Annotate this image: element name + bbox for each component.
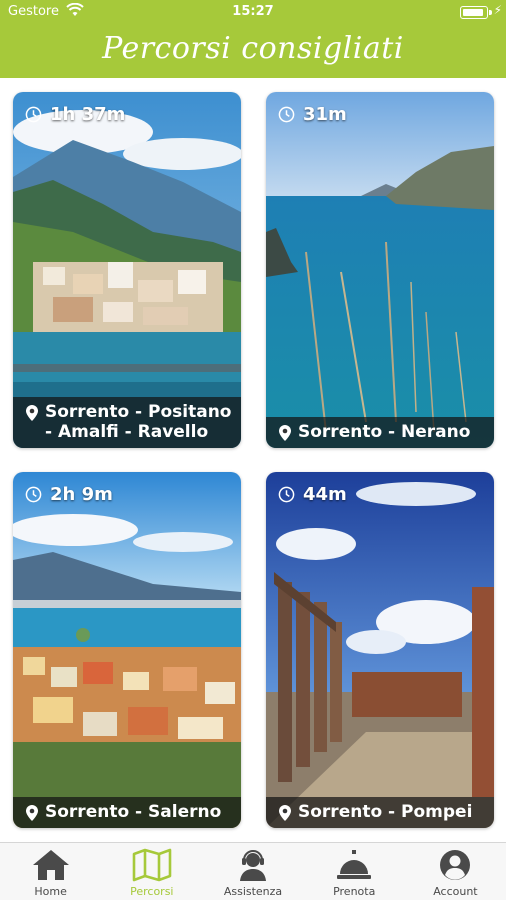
- route-name: Sorrento - Positano - Amalfi - Ravello: [45, 402, 232, 442]
- route-duration-text: 44m: [303, 484, 347, 505]
- battery-level-fill: [463, 9, 484, 16]
- tab-assistenza[interactable]: Assistenza: [202, 843, 303, 900]
- location-pin-icon: [279, 805, 291, 821]
- route-duration-text: 2h 9m: [50, 484, 113, 505]
- route-duration: 1h 37m: [25, 104, 125, 125]
- tab-label: Home: [34, 885, 67, 898]
- route-name-bar: Sorrento - Positano - Amalfi - Ravello: [13, 397, 241, 448]
- tab-label: Account: [433, 885, 478, 898]
- route-card-salerno[interactable]: 2h 9m Sorrento - Salerno: [13, 472, 241, 828]
- support-agent-icon: [240, 850, 266, 881]
- service-bell-icon: [337, 850, 372, 879]
- map-icon: [132, 848, 172, 882]
- clock-icon: [278, 486, 295, 503]
- route-photo: [13, 92, 241, 448]
- status-bar: Gestore 15:27 ⚡: [0, 0, 506, 24]
- route-photo: [266, 472, 494, 828]
- clock-icon: [25, 486, 42, 503]
- route-duration: 31m: [278, 104, 347, 125]
- battery-icon: [460, 6, 492, 19]
- tab-label: Percorsi: [130, 885, 174, 898]
- route-duration: 44m: [278, 484, 347, 505]
- clock-icon: [278, 106, 295, 123]
- tab-bar: Home Percorsi Assistenza Prenota Account: [0, 842, 506, 900]
- header-bar: Percorsi consigliati: [0, 24, 506, 78]
- tab-label: Assistenza: [223, 885, 283, 898]
- route-name: Sorrento - Salerno: [45, 802, 222, 822]
- route-name: Sorrento - Pompei: [298, 802, 473, 822]
- location-pin-icon: [279, 425, 291, 441]
- route-duration: 2h 9m: [25, 484, 113, 505]
- route-photo: [266, 92, 494, 448]
- route-card-pompei[interactable]: 44m Sorrento - Pompei: [266, 472, 494, 828]
- location-pin-icon: [26, 805, 38, 821]
- route-name-bar: Sorrento - Pompei: [266, 797, 494, 828]
- tab-label: Prenota: [333, 885, 376, 898]
- route-name-bar: Sorrento - Salerno: [13, 797, 241, 828]
- route-card-nerano[interactable]: 31m Sorrento - Nerano: [266, 92, 494, 448]
- route-name-bar: Sorrento - Nerano: [266, 417, 494, 448]
- tab-account[interactable]: Account: [405, 843, 506, 900]
- clock-icon: [25, 106, 42, 123]
- page-title: Percorsi consigliati: [102, 31, 404, 66]
- location-pin-icon: [26, 405, 38, 421]
- tab-percorsi[interactable]: Percorsi: [101, 843, 202, 900]
- route-duration-text: 1h 37m: [50, 104, 126, 125]
- route-card-positano[interactable]: 1h 37m Sorrento - Positano - Amalfi - Ra…: [13, 92, 241, 448]
- home-icon: [32, 850, 69, 880]
- account-icon: [440, 850, 471, 880]
- tab-prenota[interactable]: Prenota: [304, 843, 405, 900]
- wifi-icon: [66, 2, 84, 21]
- route-duration-text: 31m: [303, 104, 347, 125]
- charging-icon: ⚡: [493, 3, 502, 17]
- tab-home[interactable]: Home: [0, 843, 101, 900]
- route-photo: [13, 472, 241, 828]
- carrier-name: Gestore: [8, 4, 59, 19]
- route-name: Sorrento - Nerano: [298, 422, 471, 442]
